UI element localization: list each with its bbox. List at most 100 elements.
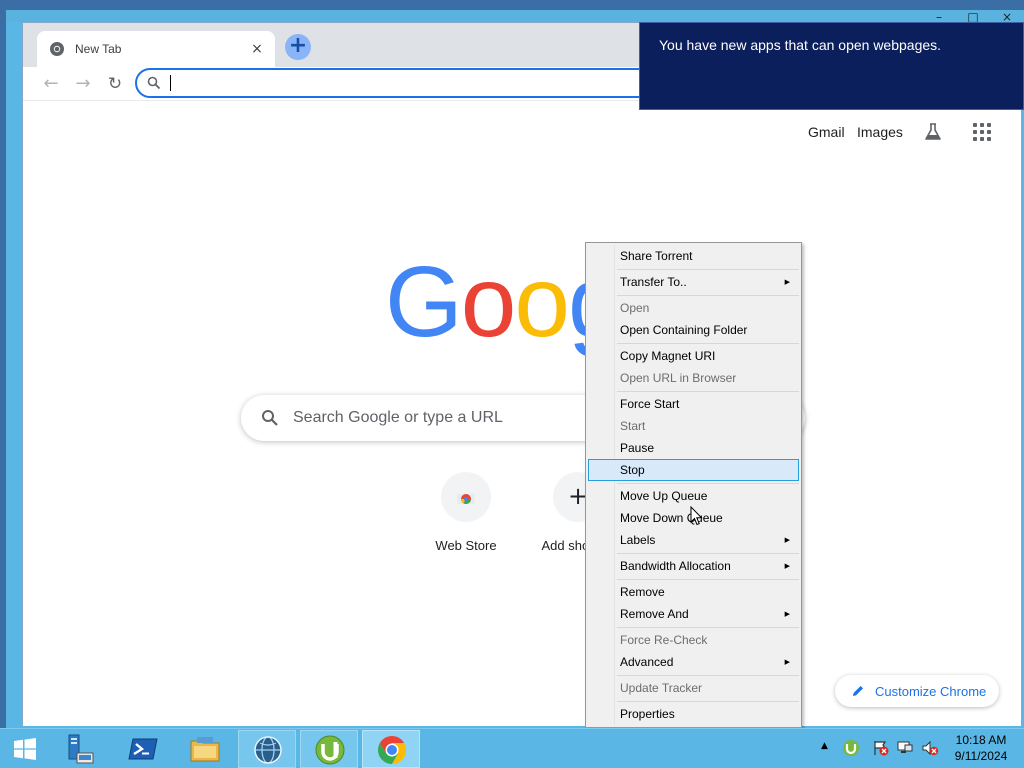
pencil-icon bbox=[853, 686, 863, 696]
menu-item-remove[interactable]: Remove bbox=[588, 581, 799, 603]
submenu-arrow-icon: ▶ bbox=[784, 610, 790, 618]
menu-separator bbox=[617, 553, 799, 554]
menu-separator bbox=[617, 627, 799, 628]
server-manager-icon bbox=[68, 734, 94, 764]
menu-item-properties[interactable]: Properties bbox=[588, 703, 799, 725]
menu-item-label: Move Up Queue bbox=[620, 489, 708, 503]
menu-item-share-torrent[interactable]: Share Torrent bbox=[588, 245, 799, 267]
chrome-web-store-icon bbox=[457, 494, 475, 504]
action-center-flag-icon[interactable] bbox=[872, 739, 890, 757]
clock-time: 10:18 AM bbox=[955, 733, 1007, 747]
notification-text: You have new apps that can open webpages… bbox=[659, 37, 942, 53]
menu-item-label: Transfer To.. bbox=[620, 275, 687, 289]
menu-item-label: Remove bbox=[620, 585, 665, 599]
powershell-icon bbox=[128, 738, 158, 760]
menu-item-force-re-check[interactable]: Force Re-Check bbox=[588, 629, 799, 651]
menu-separator bbox=[617, 579, 799, 580]
menu-item-force-start[interactable]: Force Start bbox=[588, 393, 799, 415]
taskbar-file-explorer[interactable] bbox=[176, 730, 234, 768]
menu-item-update-tracker[interactable]: Update Tracker bbox=[588, 677, 799, 699]
menu-item-labels[interactable]: Labels ▶ bbox=[588, 529, 799, 551]
images-link[interactable]: Images bbox=[857, 124, 903, 140]
clock-date: 9/11/2024 bbox=[954, 749, 1008, 763]
menu-separator bbox=[617, 675, 799, 676]
network-icon[interactable] bbox=[896, 739, 914, 757]
minimize-button[interactable]: – bbox=[926, 11, 952, 23]
menu-item-bandwidth-allocation[interactable]: Bandwidth Allocation ▶ bbox=[588, 555, 799, 577]
menu-item-label: Force Start bbox=[620, 397, 680, 411]
menu-separator bbox=[617, 701, 799, 702]
menu-item-label: Move Down Queue bbox=[620, 511, 723, 525]
forward-button[interactable]: → bbox=[71, 72, 95, 96]
menu-separator bbox=[617, 391, 799, 392]
new-tab-button[interactable]: + bbox=[285, 34, 311, 60]
search-icon bbox=[147, 76, 161, 90]
menu-item-label: Pause bbox=[620, 441, 655, 455]
submenu-arrow-icon: ▶ bbox=[784, 536, 790, 544]
menu-separator bbox=[617, 483, 799, 484]
menu-item-label: Copy Magnet URI bbox=[620, 349, 716, 363]
reload-button[interactable]: ↻ bbox=[103, 72, 127, 96]
new-tab-page: Gmail Images Google Search Google or typ… bbox=[23, 102, 1021, 726]
taskbar-server-manager[interactable] bbox=[52, 730, 110, 768]
clock[interactable]: 10:18 AM 9/11/2024 bbox=[948, 732, 1014, 764]
shortcut-web-store[interactable]: Web Store bbox=[410, 472, 522, 553]
menu-separator bbox=[617, 343, 799, 344]
menu-item-label: Advanced bbox=[620, 655, 674, 669]
folder-icon bbox=[190, 737, 220, 762]
utorrent-icon bbox=[315, 735, 345, 765]
menu-item-open-url-in-browser[interactable]: Open URL in Browser bbox=[588, 367, 799, 389]
menu-item-label: Bandwidth Allocation bbox=[620, 559, 731, 573]
taskbar-utorrent[interactable] bbox=[300, 730, 358, 768]
menu-item-label: Properties bbox=[620, 707, 675, 721]
menu-item-copy-magnet-uri[interactable]: Copy Magnet URI bbox=[588, 345, 799, 367]
menu-item-label: Start bbox=[620, 419, 646, 433]
menu-item-label: Update Tracker bbox=[620, 681, 703, 695]
menu-item-start[interactable]: Start bbox=[588, 415, 799, 437]
show-hidden-icons-button[interactable]: ▲ bbox=[821, 741, 828, 751]
maximize-button[interactable]: □ bbox=[960, 11, 986, 23]
back-button[interactable]: ← bbox=[39, 72, 63, 96]
menu-item-remove-and[interactable]: Remove And ▶ bbox=[588, 603, 799, 625]
close-button[interactable]: × bbox=[994, 11, 1020, 23]
menu-item-transfer-to[interactable]: Transfer To.. ▶ bbox=[588, 271, 799, 293]
search-icon bbox=[262, 410, 278, 426]
menu-item-open-containing-folder[interactable]: Open Containing Folder bbox=[588, 319, 799, 341]
taskbar-powershell[interactable] bbox=[114, 730, 172, 768]
menu-item-stop[interactable]: Stop bbox=[588, 459, 799, 481]
gmail-link[interactable]: Gmail bbox=[808, 124, 845, 140]
windows-start-button[interactable] bbox=[0, 729, 50, 768]
mouse-cursor-icon bbox=[690, 506, 703, 526]
submenu-arrow-icon: ▶ bbox=[784, 562, 790, 570]
utorrent-tray-icon[interactable] bbox=[842, 739, 860, 757]
menu-separator bbox=[617, 269, 799, 270]
taskbar-network-globe[interactable] bbox=[238, 730, 296, 768]
menu-item-label: Open URL in Browser bbox=[620, 371, 737, 385]
menu-item-label: Labels bbox=[620, 533, 656, 547]
menu-item-label: Open bbox=[620, 301, 650, 315]
menu-item-move-up-queue[interactable]: Move Up Queue bbox=[588, 485, 799, 507]
tab-new-tab[interactable]: New Tab × bbox=[37, 31, 275, 67]
taskbar: ▲ 10:18 AM 9/11/2024 bbox=[0, 728, 1024, 768]
volume-muted-icon[interactable] bbox=[921, 739, 939, 757]
background-window-caption-buttons: – □ × bbox=[926, 11, 1020, 23]
chrome-icon bbox=[378, 736, 406, 764]
menu-separator bbox=[617, 295, 799, 296]
google-apps-icon[interactable] bbox=[973, 123, 991, 141]
context-menu: Share Torrent Transfer To.. ▶ Open Open Cont… bbox=[585, 242, 802, 728]
notification-toast[interactable]: You have new apps that can open webpages… bbox=[639, 22, 1024, 110]
background-window-titlebar[interactable] bbox=[6, 10, 1024, 22]
web-store-tile bbox=[441, 472, 491, 522]
system-tray: ▲ bbox=[818, 729, 948, 768]
tab-close-icon[interactable]: × bbox=[249, 41, 265, 57]
taskbar-chrome[interactable] bbox=[362, 730, 420, 768]
menu-item-label: Remove And bbox=[620, 607, 689, 621]
menu-item-open[interactable]: Open bbox=[588, 297, 799, 319]
menu-item-label: Force Re-Check bbox=[620, 633, 708, 647]
menu-item-advanced[interactable]: Advanced ▶ bbox=[588, 651, 799, 673]
globe-icon bbox=[254, 736, 282, 764]
labs-flask-icon[interactable] bbox=[923, 122, 943, 142]
customize-chrome-button[interactable]: Customize Chrome bbox=[835, 675, 999, 707]
customize-chrome-label: Customize Chrome bbox=[875, 683, 987, 699]
menu-item-pause[interactable]: Pause bbox=[588, 437, 799, 459]
